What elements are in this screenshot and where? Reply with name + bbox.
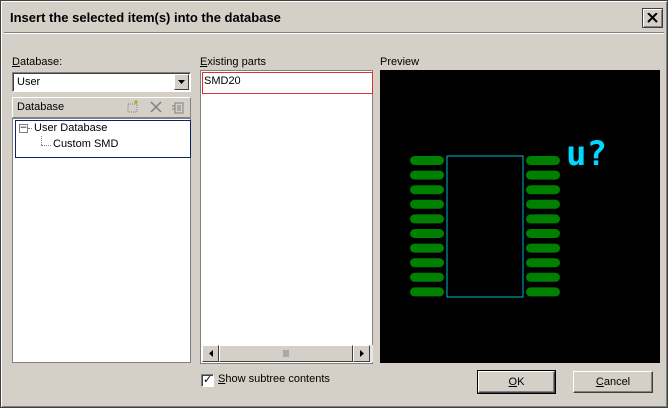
- insert-dialog: Insert the selected item(s) into the dat…: [0, 0, 668, 408]
- tree-line: [28, 128, 32, 129]
- grip-icon: [283, 350, 288, 357]
- dialog-title: Insert the selected item(s) into the dat…: [10, 10, 281, 25]
- scroll-thumb[interactable]: [219, 345, 353, 362]
- title-bar[interactable]: Insert the selected item(s) into the dat…: [4, 4, 664, 31]
- database-combo[interactable]: User: [12, 72, 191, 92]
- database-combo-value: User: [17, 76, 41, 88]
- pad-right: [526, 287, 560, 297]
- tree-item-user-database[interactable]: User Database: [34, 122, 107, 134]
- pad-left: [410, 156, 444, 165]
- pad-left: [410, 214, 444, 224]
- properties-icon[interactable]: [171, 100, 185, 114]
- footprint-preview-canvas: u?: [410, 134, 607, 298]
- pad-left: [410, 199, 444, 209]
- delete-icon[interactable]: [149, 100, 163, 114]
- show-subtree-checkbox[interactable]: ✓: [201, 373, 214, 387]
- database-label: Database:: [12, 56, 63, 68]
- show-subtree-label[interactable]: Show subtree contents: [218, 373, 330, 385]
- minus-icon: −: [19, 123, 28, 133]
- arrow-left-icon: [208, 350, 213, 357]
- tree-header: Database: [12, 97, 191, 118]
- new-folder-icon[interactable]: [126, 100, 140, 114]
- pad-right: [526, 243, 560, 253]
- close-icon: [647, 13, 658, 23]
- footprint-preview: u?: [380, 70, 660, 363]
- tree-line: [41, 145, 51, 146]
- chevron-down-icon: [178, 80, 185, 84]
- pad-left: [410, 185, 444, 195]
- tree-item-custom-smd[interactable]: Custom SMD: [53, 138, 118, 150]
- pad-left: [410, 229, 444, 238]
- title-separator: [4, 32, 664, 34]
- pad-right: [526, 185, 560, 195]
- checkmark-icon: ✓: [203, 373, 213, 386]
- arrow-right-icon: [359, 350, 364, 357]
- pad-left: [410, 243, 444, 253]
- tree-line: [41, 136, 42, 145]
- database-tree[interactable]: − User Database Custom SMD: [12, 118, 191, 363]
- pad-right: [526, 156, 560, 165]
- pad-left: [410, 287, 444, 297]
- close-button[interactable]: [642, 8, 663, 28]
- pad-right: [526, 199, 560, 209]
- scroll-left-button[interactable]: [202, 345, 219, 362]
- pad-left: [410, 258, 444, 268]
- horizontal-scrollbar[interactable]: [202, 345, 373, 362]
- tree-expander[interactable]: −: [19, 124, 28, 133]
- list-item[interactable]: SMD20: [202, 72, 373, 94]
- preview-label: Preview: [380, 56, 420, 68]
- reference-designator: u?: [566, 134, 607, 174]
- pad-right: [526, 272, 560, 282]
- component-body-outline: [446, 155, 524, 298]
- scroll-right-button[interactable]: [353, 345, 370, 362]
- ok-button[interactable]: OK: [477, 370, 556, 394]
- pad-right: [526, 258, 560, 268]
- existing-parts-list[interactable]: SMD20: [200, 70, 373, 364]
- existing-parts-label: Existing parts: [200, 56, 267, 68]
- cancel-button[interactable]: Cancel: [573, 371, 653, 393]
- pad-right: [526, 229, 560, 238]
- pad-right: [526, 214, 560, 224]
- combo-dropdown-button[interactable]: [174, 74, 189, 90]
- pad-left: [410, 170, 444, 180]
- pad-right: [526, 170, 560, 180]
- tree-header-label: Database: [17, 101, 65, 113]
- pad-left: [410, 272, 444, 282]
